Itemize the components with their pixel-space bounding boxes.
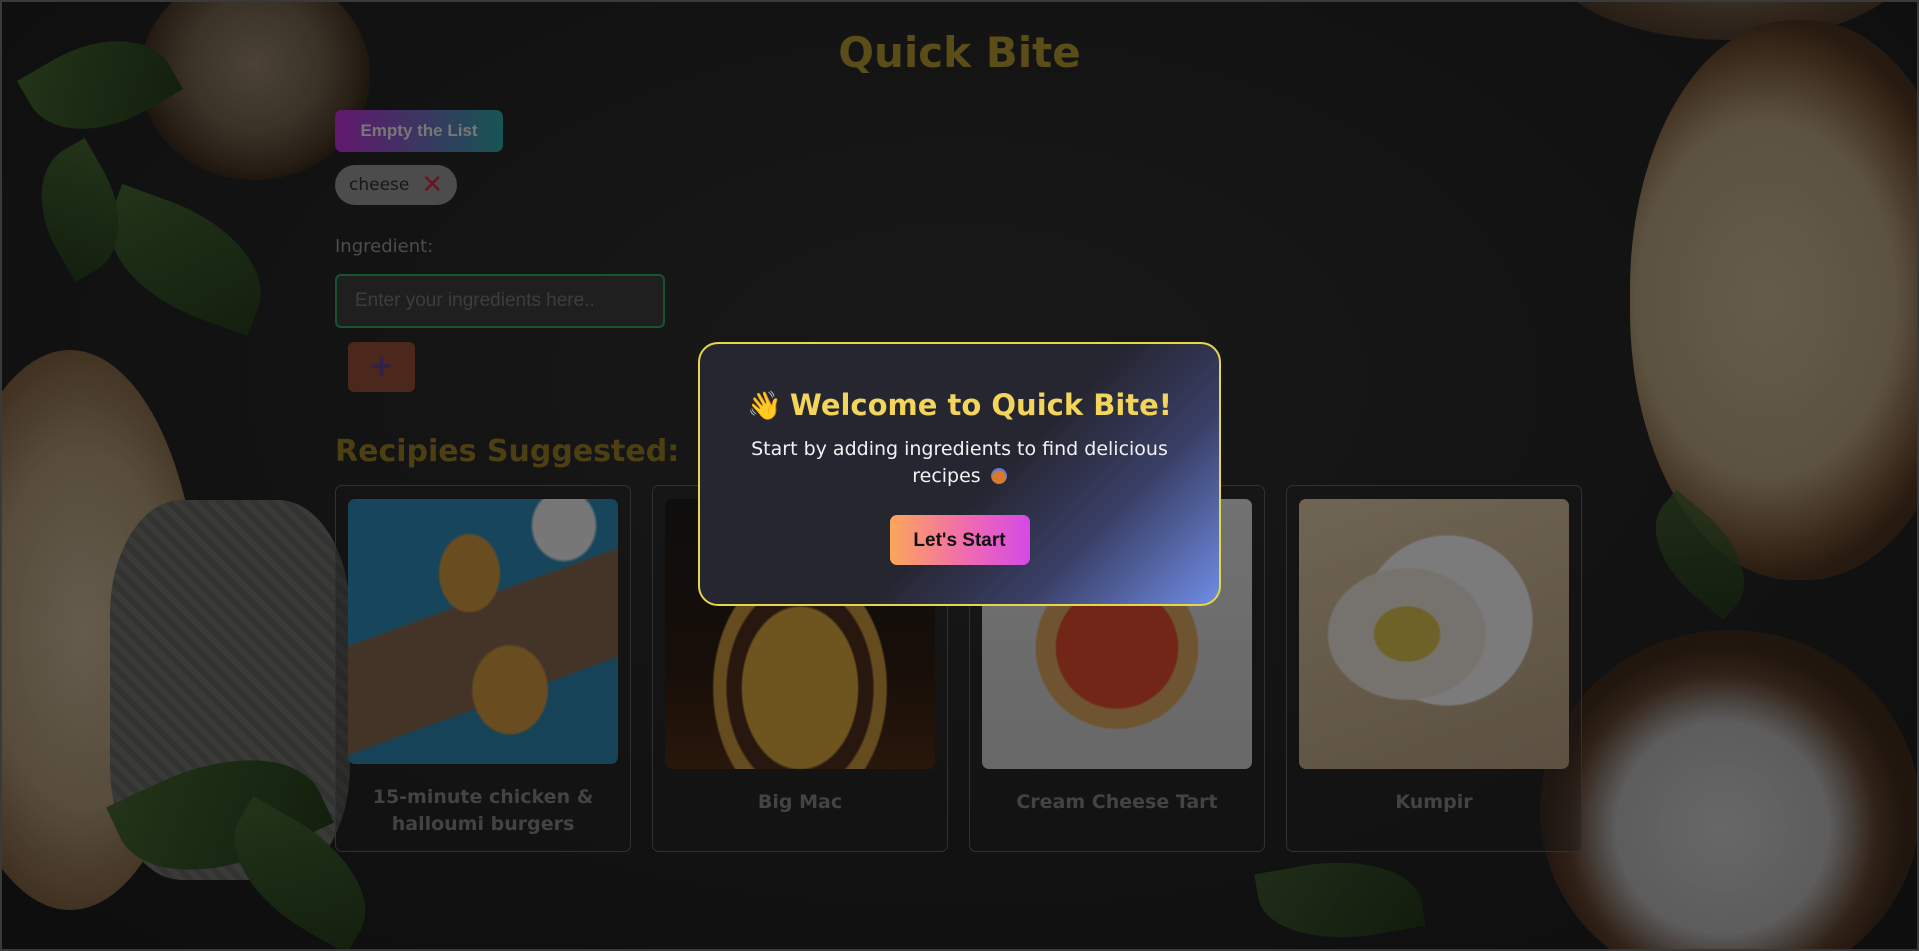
modal-body: Start by adding ingredients to find deli… [751, 438, 1168, 487]
modal-body-text: Start by adding ingredients to find deli… [750, 436, 1170, 490]
welcome-modal: 👋 Welcome to Quick Bite! Start by adding… [698, 342, 1221, 606]
modal-title-row: 👋 Welcome to Quick Bite! [700, 388, 1219, 422]
cooking-pot-icon [990, 468, 1007, 484]
page: Quick Bite Empty the List cheese ✕ Ingre… [0, 0, 1919, 951]
waving-hand-icon: 👋 [746, 388, 782, 422]
lets-start-button[interactable]: Let's Start [889, 515, 1030, 565]
modal-title: Welcome to Quick Bite! [789, 388, 1173, 422]
